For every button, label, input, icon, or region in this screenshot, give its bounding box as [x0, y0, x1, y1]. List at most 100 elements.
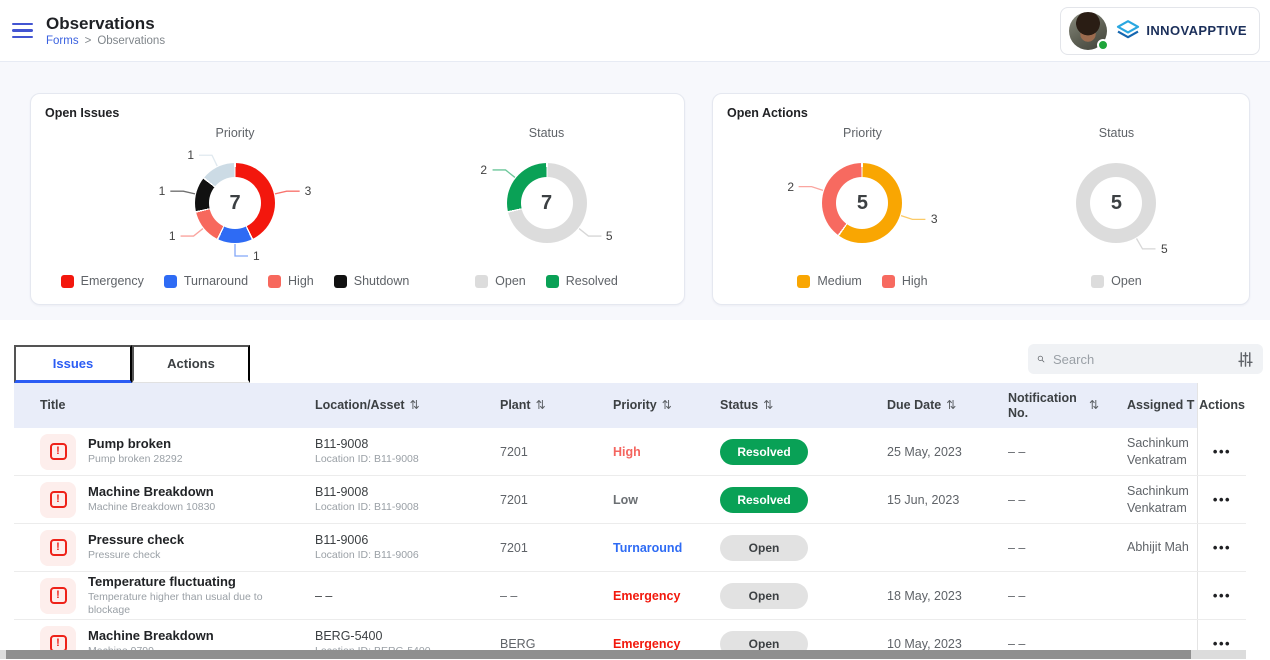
donut-callout-value: 1	[187, 149, 194, 161]
issue-title[interactable]: Machine Breakdown	[88, 628, 214, 643]
table-row: ! Temperature fluctuating Temperature hi…	[14, 572, 1246, 620]
breadcrumb: Forms > Observations	[46, 35, 165, 47]
donut-callout-lines	[140, 140, 330, 270]
issue-title[interactable]: Pump broken	[88, 436, 183, 451]
donut-callout-value: 2	[480, 164, 487, 176]
legend-swatch	[164, 275, 177, 288]
column-header-location-asset[interactable]: Location/Asset ⇅	[300, 398, 475, 412]
issue-warning-icon: !	[40, 578, 76, 614]
donut-callout-value: 3	[931, 213, 938, 225]
filter-tune-icon[interactable]	[1237, 351, 1254, 368]
donut-callout-value: 1	[169, 230, 176, 242]
donut-chart: 5 32	[767, 140, 957, 270]
status-badge: Open	[720, 631, 808, 651]
column-header-notification-no[interactable]: Notification No.⇅	[990, 391, 1105, 420]
sort-icon[interactable]: ⇅	[763, 399, 773, 413]
column-label: Priority	[613, 398, 657, 412]
online-status-dot	[1097, 39, 1109, 51]
row-actions-button[interactable]: •••	[1213, 444, 1231, 459]
breadcrumb-forms-link[interactable]: Forms	[46, 35, 79, 47]
table-row: ! Machine Breakdown Machine Breakdown 10…	[14, 476, 1246, 524]
sort-icon[interactable]: ⇅	[1089, 399, 1099, 413]
plant: 7201	[475, 493, 580, 507]
row-actions-button[interactable]: •••	[1213, 540, 1231, 555]
donut-callout-lines	[767, 140, 957, 270]
breadcrumb-current: Observations	[97, 35, 165, 47]
legend-label: High	[288, 274, 314, 288]
hamburger-menu-icon[interactable]	[6, 14, 40, 48]
legend-swatch	[546, 275, 559, 288]
plant: BERG	[475, 637, 580, 651]
row-actions-button[interactable]: •••	[1213, 492, 1231, 507]
notification-no: – –	[990, 493, 1105, 507]
tab-actions[interactable]: Actions	[132, 345, 250, 383]
profile-card: INNOVAPPTIVE	[1060, 7, 1260, 55]
row-actions-button[interactable]: •••	[1213, 636, 1231, 650]
priority: Emergency	[580, 637, 695, 651]
table-toolbar: Issues Actions	[0, 320, 1270, 383]
open-actions-card-title: Open Actions	[727, 106, 1235, 120]
row-actions-button[interactable]: •••	[1213, 588, 1231, 603]
due-date: 18 May, 2023	[865, 589, 990, 603]
donut-callout-value: 3	[305, 185, 312, 197]
priority: Emergency	[580, 589, 695, 603]
title-block: Observations Forms > Observations	[46, 14, 165, 48]
issue-subtitle: Pump broken 28292	[88, 453, 183, 466]
column-label: Location/Asset	[315, 398, 405, 412]
column-label: Plant	[500, 398, 531, 412]
legend-item-emergency: Emergency	[61, 274, 144, 288]
issue-title[interactable]: Machine Breakdown	[88, 484, 215, 499]
priority-legend: EmergencyTurnaroundHighShutdown	[45, 274, 425, 288]
issue-warning-icon: !	[40, 530, 76, 566]
plant: 7201	[475, 445, 580, 459]
location-asset: B11-9006	[315, 533, 475, 547]
status-badge: Open	[720, 535, 808, 561]
donut-chart: 5 5	[1021, 140, 1211, 270]
assigned-to: Sachinkum Venkatram	[1105, 483, 1197, 516]
column-header-actions: Actions	[1197, 383, 1246, 428]
legend-item-open: Open	[1091, 274, 1142, 288]
status-legend: OpenResolved	[425, 274, 668, 288]
status-legend: Open	[998, 274, 1235, 288]
column-header-status[interactable]: Status⇅	[695, 398, 865, 412]
chart-title: Priority	[843, 126, 882, 140]
open-actions-priority-chart: Priority 5 32	[727, 122, 998, 270]
notification-no: – –	[990, 589, 1105, 603]
search-icon	[1037, 351, 1045, 367]
table-header-row: TitleLocation/Asset⇅Plant⇅Priority⇅Statu…	[14, 383, 1246, 428]
legend-item-high: High	[268, 274, 314, 288]
legend-item-turnaround: Turnaround	[164, 274, 248, 288]
legend-swatch	[797, 275, 810, 288]
issue-title[interactable]: Pressure check	[88, 532, 184, 547]
donut-chart: 7 31111	[140, 140, 330, 270]
location-id: Location ID: B11-9006	[315, 549, 419, 561]
search-input[interactable]	[1053, 352, 1229, 367]
column-header-due-date[interactable]: Due Date ⇅	[865, 398, 990, 412]
sort-icon[interactable]: ⇅	[410, 399, 420, 413]
table-body: ! Pump broken Pump broken 28292 B11-9008…	[14, 428, 1246, 650]
issue-title[interactable]: Temperature fluctuating	[88, 574, 300, 589]
legend-swatch	[1091, 275, 1104, 288]
sort-icon[interactable]: ⇅	[946, 399, 956, 413]
horizontal-scrollbar[interactable]	[0, 650, 1246, 659]
table-row: ! Pump broken Pump broken 28292 B11-9008…	[14, 428, 1246, 476]
column-header-priority[interactable]: Priority ⇅	[580, 398, 695, 412]
sort-icon[interactable]: ⇅	[536, 399, 546, 413]
donut-callout-value: 2	[787, 181, 794, 193]
issue-warning-icon: !	[40, 482, 76, 518]
search-box	[1028, 344, 1263, 374]
issue-warning-icon: !	[40, 626, 76, 651]
assigned-to: Abhijit Mah	[1105, 539, 1197, 555]
legend-swatch	[61, 275, 74, 288]
horizontal-scrollbar-thumb[interactable]	[6, 650, 1191, 659]
sort-icon[interactable]: ⇅	[662, 399, 672, 413]
column-header-title: Title	[14, 398, 300, 412]
tab-issues[interactable]: Issues	[14, 345, 132, 383]
column-label: Due Date	[887, 398, 941, 412]
donut-callout-value: 1	[159, 185, 166, 197]
column-header-plant[interactable]: Plant ⇅	[475, 398, 580, 412]
legend-label: Turnaround	[184, 274, 248, 288]
open-actions-card: Open Actions Priority 5 32 Status 5	[712, 93, 1250, 305]
issue-subtitle: Temperature higher than usual due to blo…	[88, 591, 300, 617]
status-badge: Resolved	[720, 487, 808, 513]
